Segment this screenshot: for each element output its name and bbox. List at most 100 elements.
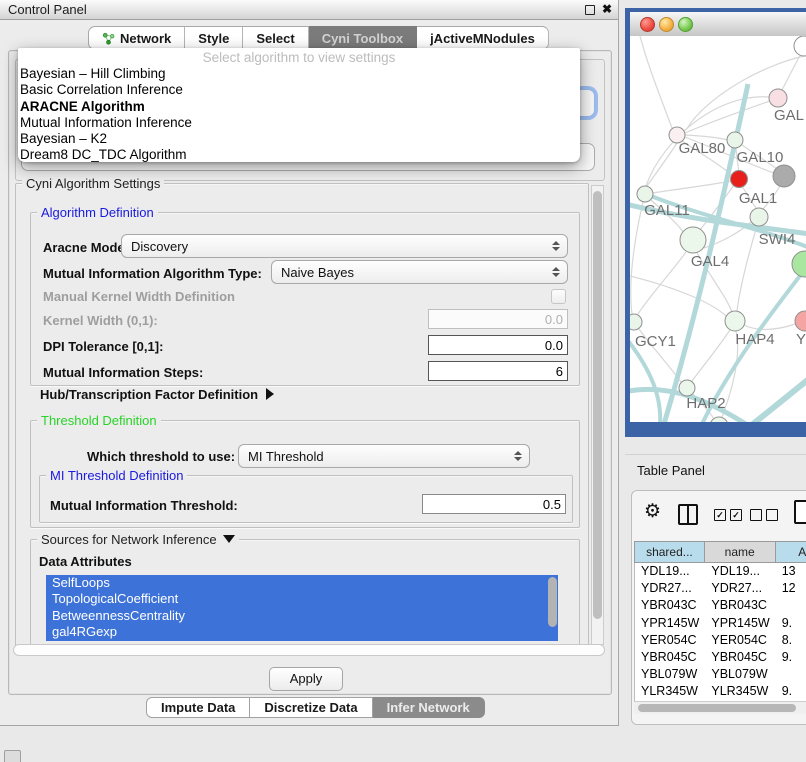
control-panel-titlebar: Control Panel ✖: [0, 0, 618, 20]
column-header-shared[interactable]: shared...: [634, 541, 705, 563]
algorithm-option-mutual-information-inference[interactable]: Mutual Information Inference: [18, 115, 580, 131]
threshold-definition-title: Threshold Definition: [37, 413, 161, 428]
mi-threshold-definition-group: MI Threshold Definition Mutual Informati…: [39, 475, 573, 523]
deselect-all-checkboxes-icon[interactable]: [750, 509, 778, 521]
network-window-titlebar[interactable]: [630, 12, 806, 37]
tab-style[interactable]: Style: [185, 26, 243, 50]
list-scrollbar-thumb[interactable]: [548, 577, 557, 627]
apply-button[interactable]: Apply: [269, 667, 343, 691]
node-table: shared...nameA YDL19...YDL19...13YDR27..…: [634, 541, 806, 701]
attribute-item-selfloops[interactable]: SelfLoops: [46, 575, 558, 591]
select-all-checkboxes-icon[interactable]: ✓✓: [714, 509, 742, 521]
mi-threshold-field[interactable]: [422, 494, 566, 514]
network-graph: GALGAL80GAL10GAL1GAL11SWI4GAL4HAP4YGCY1H…: [630, 36, 806, 422]
network-node[interactable]: [773, 165, 795, 187]
network-icon: [102, 32, 115, 45]
aracne-mode-value: Discovery: [122, 239, 548, 254]
zoom-traffic-light-icon[interactable]: [678, 17, 693, 32]
network-node-gal11[interactable]: [637, 186, 653, 202]
table-row[interactable]: YBR045CYBR045C9.: [635, 649, 806, 666]
scrollbar-thumb[interactable]: [638, 704, 796, 712]
table-horizontal-scrollbar[interactable]: [634, 701, 806, 714]
algorithm-option-bayesian-k2[interactable]: Bayesian – K2: [18, 131, 580, 147]
table-row[interactable]: YPR145WYPR145W9.: [635, 615, 806, 632]
column-header-name[interactable]: name: [705, 541, 776, 563]
which-threshold-value: MI Threshold: [239, 449, 510, 464]
columns-icon[interactable]: [678, 504, 698, 525]
minimize-traffic-light-icon[interactable]: [659, 17, 674, 32]
network-node[interactable]: [792, 251, 806, 277]
table-row[interactable]: YLR345WYLR345W9.: [635, 683, 806, 700]
stepper-arrows-icon: [510, 451, 525, 461]
float-window-icon[interactable]: [585, 5, 595, 15]
table-row[interactable]: YDR27...YDR27...12: [635, 580, 806, 597]
attribute-item-betweennesscentrality[interactable]: BetweennessCentrality: [46, 608, 558, 624]
mi-steps-label: Mutual Information Steps:: [43, 365, 203, 380]
network-node-swi4[interactable]: [750, 208, 768, 226]
hub-tf-definition-toggle[interactable]: Hub/Transcription Factor Definition: [40, 386, 274, 404]
table-cell: YBR043C: [635, 597, 705, 614]
table-cell: 12: [776, 580, 806, 597]
network-node-gal1[interactable]: [731, 171, 748, 188]
table-cell: YDL19...: [705, 563, 775, 580]
dpi-tolerance-field[interactable]: [428, 335, 568, 355]
network-node-gal4[interactable]: [680, 227, 706, 253]
screen: Control Panel ✖ Network StyleSelectCyni T…: [0, 0, 806, 762]
tab-network[interactable]: Network: [88, 26, 185, 50]
manual-kernel-width-checkbox[interactable]: [551, 289, 566, 304]
control-panel-window: Control Panel ✖ Network StyleSelectCyni T…: [0, 0, 619, 726]
close-icon[interactable]: ✖: [602, 1, 612, 18]
settings-vertical-scrollbar[interactable]: [591, 185, 604, 645]
tab-label: jActiveMNodules: [430, 31, 535, 46]
algorithm-option-aracne-algorithm[interactable]: ARACNE Algorithm: [18, 99, 580, 115]
network-node-hap2[interactable]: [679, 380, 695, 396]
tab-strip: Network StyleSelectCyni Toolbox jActiveMNo…: [88, 26, 549, 50]
bottom-tab-infer-network[interactable]: Infer Network: [373, 697, 485, 718]
network-node-hap4[interactable]: [725, 311, 745, 331]
network-node-y[interactable]: [795, 311, 806, 331]
table-row[interactable]: YBL079WYBL079W: [635, 666, 806, 683]
algorithm-option-dream8-dc-tdc-algorithm[interactable]: Dream8 DC_TDC Algorithm: [18, 147, 580, 163]
table-row[interactable]: YBR043CYBR043C: [635, 597, 806, 614]
scrollbar-thumb[interactable]: [593, 191, 602, 619]
clipped-corner-widget: [4, 750, 21, 762]
mi-threshold-definition-title: MI Threshold Definition: [46, 468, 187, 483]
bottom-tab-discretize-data[interactable]: Discretize Data: [250, 697, 372, 718]
algorithm-popup-hint: Select algorithm to view settings: [18, 50, 580, 66]
node-label-y: Y: [796, 331, 806, 348]
sources-group-title[interactable]: Sources for Network Inference: [37, 532, 239, 547]
network-node[interactable]: [794, 36, 806, 56]
tab-jactivemnodules[interactable]: jActiveMNodules: [417, 26, 549, 50]
table-header-row: shared...nameA: [634, 541, 806, 563]
stepper-arrows-icon: [548, 267, 563, 277]
table-row[interactable]: YDL19...YDL19...13: [635, 563, 806, 580]
column-header-a[interactable]: A: [776, 541, 806, 563]
aracne-mode-dropdown[interactable]: Discovery: [121, 234, 568, 258]
mi-algorithm-type-dropdown[interactable]: Naive Bayes: [271, 260, 568, 284]
table-cell: YER054C: [635, 632, 705, 649]
tab-select[interactable]: Select: [243, 26, 308, 50]
attribute-item-topologicalcoefficient[interactable]: TopologicalCoefficient: [46, 591, 558, 607]
tab-label: Network: [120, 31, 171, 46]
document-icon[interactable]: [794, 500, 806, 524]
algorithm-option-basic-correlation-inference[interactable]: Basic Correlation Inference: [18, 82, 580, 98]
tab-cyni-toolbox[interactable]: Cyni Toolbox: [309, 26, 417, 50]
table-cell: [776, 666, 806, 683]
algorithm-option-bayesian-hill-climbing[interactable]: Bayesian – Hill Climbing: [18, 66, 580, 82]
table-cell: 8.: [776, 632, 806, 649]
which-threshold-dropdown[interactable]: MI Threshold: [238, 444, 530, 468]
close-traffic-light-icon[interactable]: [640, 17, 655, 32]
network-canvas[interactable]: GALGAL80GAL10GAL1GAL11SWI4GAL4HAP4YGCY1H…: [630, 36, 806, 422]
attribute-item-gal4rgexp[interactable]: gal4RGexp: [46, 624, 558, 640]
kernel-width-field[interactable]: [428, 309, 568, 329]
settings-horizontal-scrollbar[interactable]: [13, 644, 605, 656]
table-row[interactable]: YER054CYER054C8.: [635, 632, 806, 649]
network-node-gal10[interactable]: [727, 132, 743, 148]
data-attributes-list[interactable]: SelfLoopsTopologicalCoefficientBetweenne…: [46, 575, 558, 641]
network-node-gal[interactable]: [769, 89, 787, 107]
gear-icon[interactable]: ⚙: [644, 501, 661, 523]
network-node-gcy1[interactable]: [630, 314, 642, 330]
bottom-tab-impute-data[interactable]: Impute Data: [146, 697, 250, 718]
table-cell: YBL079W: [705, 666, 775, 683]
mi-steps-field[interactable]: [428, 361, 568, 381]
